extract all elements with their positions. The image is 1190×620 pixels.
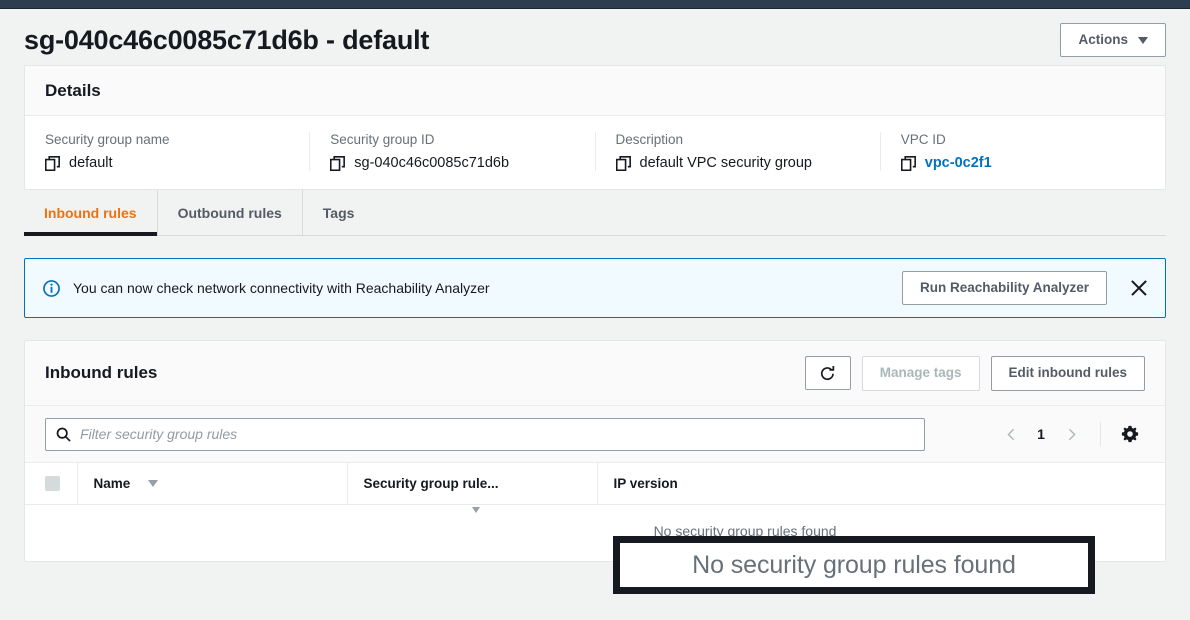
tab-bar: Inbound rules Outbound rules Tags xyxy=(24,190,1166,237)
detail-description: Description default VPC security group xyxy=(596,132,881,172)
detail-value: default VPC security group xyxy=(615,155,860,172)
detail-vpc-id: VPC ID vpc-0c2f1 xyxy=(881,132,1165,171)
column-label: Security group rule... xyxy=(363,475,499,491)
highlight-annotation-box: No security group rules found xyxy=(613,536,1095,594)
banner-actions: Run Reachability Analyzer xyxy=(901,271,1149,306)
highlight-annotation-text: No security group rules found xyxy=(692,550,1016,579)
sort-descending-icon xyxy=(472,506,480,513)
inbound-rules-card: Inbound rules Manage tags Edit inbound r… xyxy=(24,340,1166,562)
page-title: sg-040c46c0085c71d6b - default xyxy=(24,24,430,55)
page-header: sg-040c46c0085c71d6b - default Actions xyxy=(0,9,1190,65)
manage-tags-button[interactable]: Manage tags xyxy=(861,356,980,391)
console-top-nav-bar xyxy=(0,0,1190,9)
tab-inbound-rules[interactable]: Inbound rules xyxy=(24,190,158,237)
table-preferences-button[interactable] xyxy=(1115,419,1145,449)
detail-value-text: default xyxy=(69,155,113,172)
filter-row: 1 xyxy=(25,405,1165,462)
detail-label: Description xyxy=(615,132,684,148)
tab-label: Outbound rules xyxy=(177,204,282,221)
details-card: Details Security group name default Secu… xyxy=(24,65,1166,191)
copy-icon[interactable] xyxy=(45,155,60,171)
column-label: Name xyxy=(93,475,131,491)
search-input[interactable] xyxy=(80,426,914,443)
copy-icon[interactable] xyxy=(330,155,346,171)
tab-label: Tags xyxy=(322,204,355,221)
detail-value: vpc-0c2f1 xyxy=(900,155,1145,171)
table-head: Name Security group rule... IP version xyxy=(25,461,1165,513)
gear-icon xyxy=(1121,425,1139,443)
details-panel-title: Details xyxy=(45,81,101,101)
info-circle-icon xyxy=(43,279,60,297)
tab-label: Inbound rules xyxy=(44,204,137,221)
details-body: Security group name default Security gro… xyxy=(25,116,1165,189)
reachability-analyzer-banner: You can now check network connectivity w… xyxy=(24,258,1166,319)
banner-text: You can now check network connectivity w… xyxy=(73,280,490,297)
chevron-right-icon xyxy=(1068,428,1076,440)
pagination-next-button xyxy=(1056,419,1086,449)
inbound-rules-title: Inbound rules xyxy=(45,363,158,383)
sort-descending-icon xyxy=(148,479,159,487)
actions-button[interactable]: Actions xyxy=(1060,23,1166,58)
table-header-ip-version[interactable]: IP version xyxy=(596,461,1165,505)
table-header-select-all xyxy=(25,461,77,505)
edit-inbound-rules-button[interactable]: Edit inbound rules xyxy=(990,356,1145,391)
detail-value: sg-040c46c0085c71d6b xyxy=(330,155,574,171)
detail-value: default xyxy=(45,155,289,171)
run-reachability-analyzer-button[interactable]: Run Reachability Analyzer xyxy=(901,271,1107,306)
refresh-icon xyxy=(821,365,835,380)
chevron-left-icon xyxy=(1006,428,1014,440)
pagination: 1 xyxy=(996,419,1145,449)
detail-value-text: sg-040c46c0085c71d6b xyxy=(354,155,510,172)
vpc-id-link[interactable]: vpc-0c2f1 xyxy=(925,155,992,171)
actions-button-label: Actions xyxy=(1078,32,1128,47)
column-label: IP version xyxy=(613,475,678,491)
banner-content: You can now check network connectivity w… xyxy=(43,279,490,297)
detail-label: VPC ID xyxy=(900,132,946,148)
search-box[interactable] xyxy=(45,417,925,451)
pagination-page-1[interactable]: 1 xyxy=(1030,426,1052,442)
tab-outbound-rules[interactable]: Outbound rules xyxy=(158,190,303,236)
inbound-rules-actions: Manage tags Edit inbound rules xyxy=(804,356,1145,391)
select-all-checkbox[interactable] xyxy=(45,475,60,491)
detail-label: Security group name xyxy=(45,132,170,148)
search-icon xyxy=(56,427,71,442)
copy-icon[interactable] xyxy=(615,155,631,171)
details-card-header: Details xyxy=(25,66,1165,117)
table-header-name[interactable]: Name xyxy=(76,461,347,505)
table-header-row: Name Security group rule... IP version xyxy=(25,461,1165,513)
pagination-prev-button xyxy=(996,419,1026,449)
inbound-rules-header: Inbound rules Manage tags Edit inbound r… xyxy=(25,341,1165,406)
tab-tags[interactable]: Tags xyxy=(303,190,375,235)
detail-security-group-name: Security group name default xyxy=(25,132,311,172)
close-icon[interactable] xyxy=(1129,278,1149,298)
copy-icon[interactable] xyxy=(900,155,916,171)
chevron-down-icon xyxy=(1138,36,1148,44)
detail-label: Security group ID xyxy=(330,132,435,148)
detail-security-group-id: Security group ID sg-040c46c0085c71d6b xyxy=(310,132,596,172)
page-container: sg-040c46c0085c71d6b - default Actions D… xyxy=(0,9,1190,620)
table-header-security-group-rule-id[interactable]: Security group rule... xyxy=(346,461,597,513)
refresh-button[interactable] xyxy=(804,356,851,391)
pagination-divider xyxy=(1100,422,1101,447)
detail-value-text: default VPC security group xyxy=(639,155,812,172)
